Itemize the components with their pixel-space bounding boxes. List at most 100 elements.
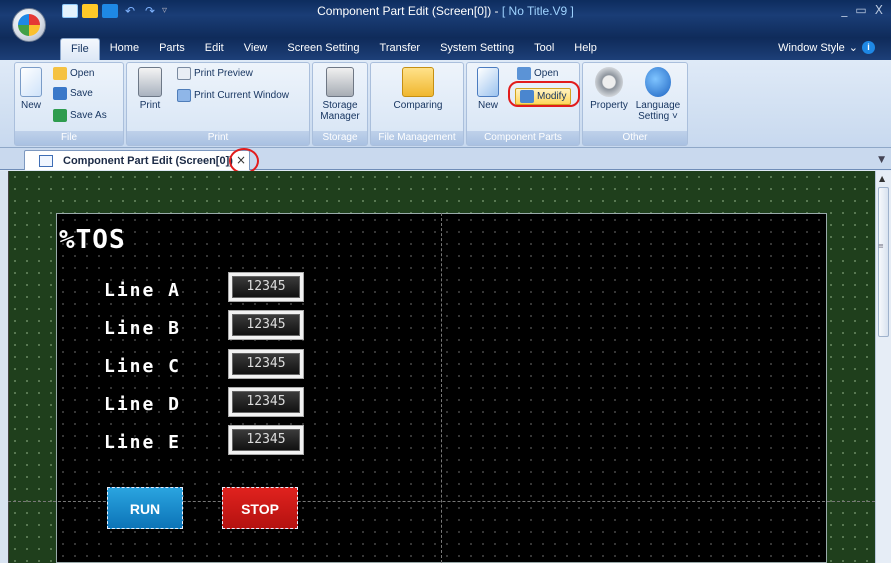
tab-screen-setting[interactable]: Screen Setting: [277, 38, 369, 60]
ribbon-group-file: New Open Save Save As File: [14, 62, 124, 146]
document-icon: [39, 154, 53, 167]
stop-button[interactable]: STOP: [222, 487, 298, 529]
print-window-icon: [177, 89, 191, 102]
chevron-down-icon: ⌄: [848, 42, 858, 54]
print-label: Print: [139, 100, 161, 111]
window-style-menu[interactable]: Window Style ⌄ i: [778, 41, 875, 54]
close-window-icon[interactable]: X: [875, 3, 883, 17]
screen-title-text[interactable]: %TOS: [59, 225, 126, 255]
numeric-display-b[interactable]: 12345: [228, 310, 304, 340]
group-label-file: File: [15, 131, 123, 145]
save-as-icon: [53, 109, 67, 122]
save-label: Save: [70, 88, 93, 99]
ribbon-group-print: Print Print Preview Print Current Window…: [126, 62, 310, 146]
line-label-c[interactable]: Line C: [104, 356, 181, 377]
modify-highlight-ring: [508, 81, 580, 107]
vertical-scrollbar[interactable]: ▲ ≡: [875, 171, 891, 563]
open-component-label: Open: [534, 68, 559, 79]
group-label-print: Print: [127, 131, 309, 145]
tab-tool[interactable]: Tool: [524, 38, 564, 60]
open-folder-icon: [53, 67, 67, 80]
group-label-other: Other: [583, 131, 687, 145]
print-preview-label: Print Preview: [194, 68, 253, 79]
window-title: Component Part Edit (Screen[0]) - [ No T…: [0, 4, 891, 18]
application-menu-button[interactable]: [12, 8, 46, 42]
storage-manager-icon: [326, 67, 354, 97]
doc-tab-component-part-edit[interactable]: Component Part Edit (Screen[0]): [24, 150, 250, 170]
new-file-label: New: [20, 100, 41, 111]
ribbon-tabs: File Home Parts Edit View Screen Setting…: [60, 38, 607, 60]
numeric-display-e[interactable]: 12345: [228, 425, 304, 455]
window-title-prefix: Component Part Edit (Screen[0]) -: [317, 4, 502, 18]
numeric-display-c[interactable]: 12345: [228, 349, 304, 379]
tab-list-dropdown-icon[interactable]: ▼: [878, 155, 885, 165]
new-file-icon: [20, 67, 42, 97]
info-icon[interactable]: i: [862, 41, 875, 54]
line-label-e[interactable]: Line E: [104, 432, 181, 453]
print-button[interactable]: Print: [135, 67, 165, 111]
storage-manager-label-line2: Manager: [320, 111, 360, 122]
scroll-up-icon[interactable]: ▲: [879, 174, 885, 183]
property-label: Property: [590, 100, 628, 111]
new-component-icon: [477, 67, 499, 97]
save-icon: [53, 87, 67, 100]
numeric-value-a: 12345: [232, 276, 300, 298]
numeric-value-b: 12345: [232, 314, 300, 336]
tab-parts[interactable]: Parts: [149, 38, 195, 60]
restore-icon[interactable]: ▭: [855, 3, 866, 17]
language-setting-label-line1: Language: [635, 100, 681, 111]
ribbon-group-storage: Storage Manager Storage: [312, 62, 368, 146]
tab-home[interactable]: Home: [100, 38, 149, 60]
print-current-window-button[interactable]: Print Current Window: [177, 89, 289, 102]
save-button[interactable]: Save: [53, 87, 93, 100]
new-component-button[interactable]: New: [473, 67, 503, 111]
minimize-icon[interactable]: _: [841, 3, 847, 17]
new-file-button[interactable]: New: [18, 67, 44, 111]
language-setting-button[interactable]: Language Setting ˅: [629, 67, 687, 122]
group-label-storage: Storage: [313, 131, 367, 145]
save-as-label: Save As: [70, 110, 107, 121]
tab-system-setting[interactable]: System Setting: [430, 38, 524, 60]
numeric-display-d[interactable]: 12345: [228, 387, 304, 417]
line-label-a[interactable]: Line A: [104, 280, 181, 301]
print-preview-icon: [177, 67, 191, 80]
save-as-button[interactable]: Save As: [53, 109, 107, 122]
globe-icon: [645, 67, 671, 97]
ribbon-group-other: Property Language Setting ˅ Other: [582, 62, 688, 146]
tab-transfer[interactable]: Transfer: [370, 38, 431, 60]
vertical-center-guide: [441, 213, 442, 563]
numeric-value-c: 12345: [232, 353, 300, 375]
line-label-d[interactable]: Line D: [104, 394, 181, 415]
printer-icon: [138, 67, 162, 97]
tab-help[interactable]: Help: [564, 38, 607, 60]
folder-compare-icon: [402, 67, 434, 97]
storage-manager-button[interactable]: Storage Manager: [315, 67, 365, 122]
window-title-filename: [ No Title.V9 ]: [501, 4, 574, 18]
numeric-value-e: 12345: [232, 429, 300, 451]
ribbon-panel: New Open Save Save As File Print Print P…: [0, 60, 891, 148]
property-button[interactable]: Property: [585, 67, 633, 111]
title-bar: ↶ ↷ ▿ Component Part Edit (Screen[0]) - …: [0, 0, 891, 38]
open-component-icon: [517, 67, 531, 80]
gear-icon: [595, 67, 623, 97]
open-button[interactable]: Open: [53, 67, 94, 80]
group-label-file-management: File Management: [371, 131, 463, 145]
window-style-label: Window Style: [778, 41, 845, 54]
tab-edit[interactable]: Edit: [195, 38, 234, 60]
tab-file[interactable]: File: [60, 38, 100, 60]
scrollbar-thumb[interactable]: [878, 187, 889, 337]
tab-view[interactable]: View: [234, 38, 278, 60]
numeric-display-a[interactable]: 12345: [228, 272, 304, 302]
group-label-component-parts: Component Parts: [467, 131, 579, 145]
line-label-b[interactable]: Line B: [104, 318, 181, 339]
run-button[interactable]: RUN: [107, 487, 183, 529]
new-component-label: New: [477, 100, 498, 111]
open-component-button[interactable]: Open: [517, 67, 558, 80]
doc-tab-label: Component Part Edit (Screen[0]): [63, 154, 233, 167]
storage-manager-label-line1: Storage: [322, 100, 358, 111]
comparing-button[interactable]: Comparing: [381, 67, 455, 111]
app-logo-icon: [18, 14, 40, 36]
numeric-value-d: 12345: [232, 391, 300, 413]
document-tab-strip: Component Part Edit (Screen[0]): [0, 148, 891, 170]
print-preview-button[interactable]: Print Preview: [177, 67, 253, 80]
